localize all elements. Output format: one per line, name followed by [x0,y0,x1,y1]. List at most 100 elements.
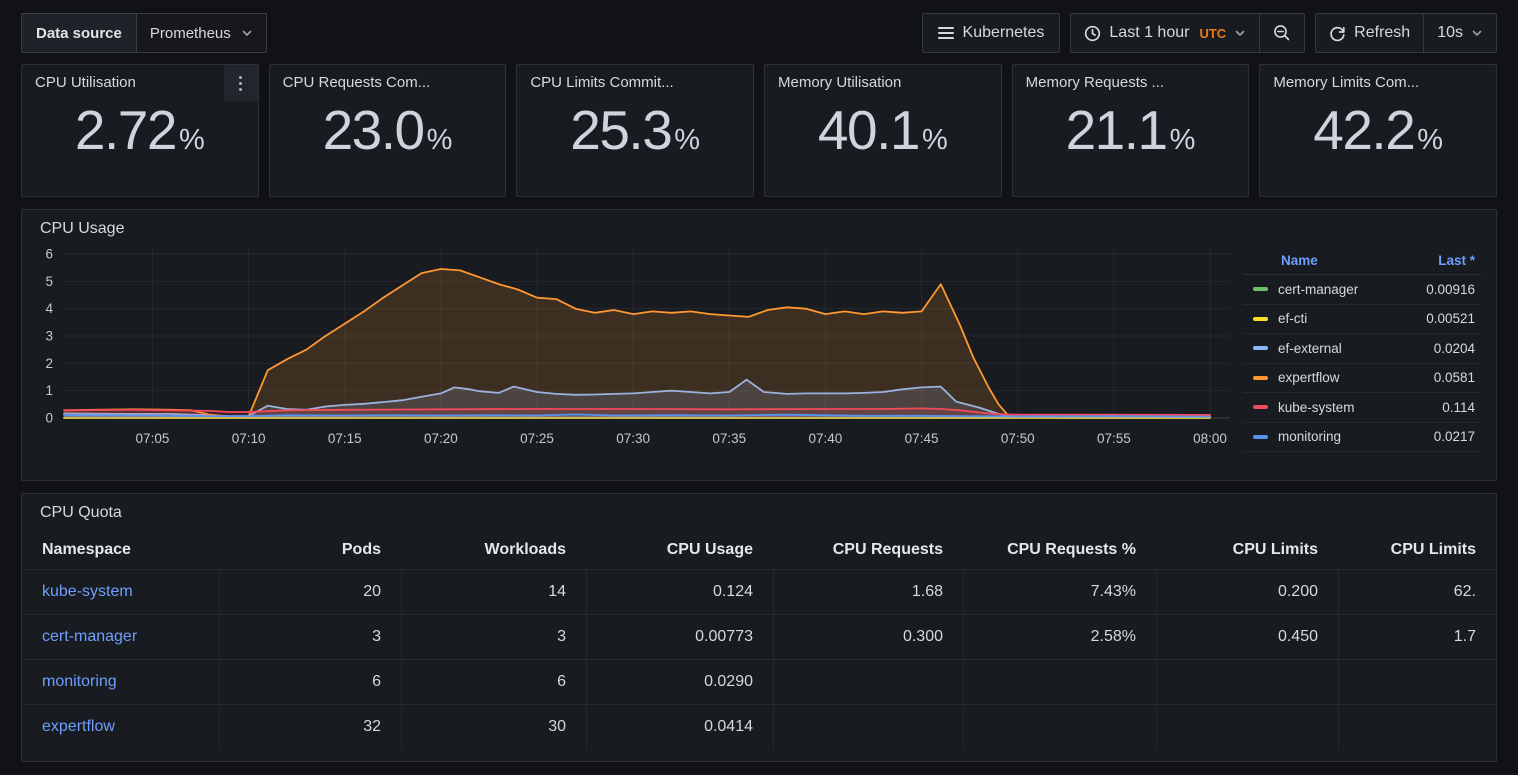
legend-item-expertflow[interactable]: expertflow 0.0581 [1243,364,1481,394]
table-cell: 62. [1338,570,1496,614]
namespace-link[interactable]: expertflow [42,718,115,736]
stat-unit: % [427,124,453,157]
namespace-link[interactable]: monitoring [42,673,117,691]
series-name: monitoring [1278,429,1434,444]
table-header-row: Namespace Pods Workloads CPU Usage CPU R… [22,531,1496,569]
table-cell: 0.200 [1156,570,1338,614]
refresh-icon [1329,25,1346,42]
refresh-interval-dropdown[interactable]: 10s [1423,14,1496,52]
kubernetes-button[interactable]: Kubernetes [922,13,1061,53]
cpu-usage-panel-title[interactable]: CPU Usage [22,210,140,242]
column-header-cpu-requests-pct[interactable]: CPU Requests % [963,531,1156,569]
series-color-swatch [1253,346,1268,350]
series-name: expertflow [1278,370,1434,385]
table-cell: 3 [219,615,401,659]
table-cell: 0.450 [1156,615,1338,659]
legend-name-header[interactable]: Name [1281,253,1318,268]
stat-panel-title[interactable]: Memory Limits Com... [1260,65,1496,91]
namespace-link[interactable]: kube-system [42,583,133,601]
stat-panels-row: CPU Utilisation 2.72 % CPU Requests Com.… [21,64,1497,197]
stat-panel-cpu-requests: CPU Requests Com... 23.0 % [269,64,507,197]
table-cell: 32 [219,705,401,749]
column-header-cpu-limits[interactable]: CPU Limits [1156,531,1338,569]
table-cell: 0.124 [586,570,773,614]
cpu-quota-panel-title[interactable]: CPU Quota [22,494,138,526]
stat-panel-title[interactable]: Memory Utilisation [765,65,1001,91]
column-header-workloads[interactable]: Workloads [401,531,586,569]
legend-item-kube-system[interactable]: kube-system 0.114 [1243,393,1481,423]
series-name: cert-manager [1278,282,1426,297]
table-cell [773,705,963,749]
cpu-usage-legend: Name Last * cert-manager 0.00916 ef-cti … [1243,242,1481,456]
table-cell [773,660,963,704]
table-cell: 20 [219,570,401,614]
stat-value: 25.3 % [517,98,753,162]
time-picker-group: Last 1 hour UTC [1070,13,1305,53]
table-cell [1338,660,1496,704]
stat-number: 2.72 [75,98,176,162]
table-cell: 14 [401,570,586,614]
stat-panel-memory-requests: Memory Requests ... 21.1 % [1012,64,1250,197]
series-name: ef-external [1278,341,1434,356]
stat-unit: % [1417,124,1443,157]
series-last-value: 0.0581 [1434,370,1475,385]
table-cell: 7.43% [963,570,1156,614]
stat-panel-title[interactable]: CPU Utilisation [22,65,258,91]
cpu-usage-plot[interactable]: 07:0507:1007:1507:2007:2507:3007:3507:40… [30,242,1237,456]
stat-panel-title[interactable]: CPU Limits Commit... [517,65,753,91]
column-header-namespace[interactable]: Namespace [22,531,219,569]
stat-value: 23.0 % [270,98,506,162]
table-row: monitoring 6 6 0.0290 [22,659,1496,704]
table-cell: 0.0414 [586,705,773,749]
series-last-value: 0.00521 [1426,311,1475,326]
stat-panel-title[interactable]: CPU Requests Com... [270,65,506,91]
panel-menu-kebab-icon[interactable] [224,65,258,101]
column-header-cpu-usage[interactable]: CPU Usage [586,531,773,569]
legend-item-monitoring[interactable]: monitoring 0.0217 [1243,423,1481,453]
table-cell: 3 [401,615,586,659]
svg-text:3: 3 [45,329,53,344]
table-cell [963,660,1156,704]
legend-last-header[interactable]: Last * [1438,253,1475,268]
refresh-group: Refresh 10s [1315,13,1497,53]
stat-panel-cpu-limits: CPU Limits Commit... 25.3 % [516,64,754,197]
column-header-cpu-requests[interactable]: CPU Requests [773,531,963,569]
svg-text:07:55: 07:55 [1097,431,1131,446]
zoom-out-button[interactable] [1259,14,1304,52]
refresh-button-label: Refresh [1354,24,1410,42]
refresh-interval-value: 10s [1437,24,1463,42]
refresh-button[interactable]: Refresh [1316,14,1423,52]
datasource-label: Data source [21,13,137,53]
table-cell [1156,660,1338,704]
svg-text:07:25: 07:25 [520,431,554,446]
stat-number: 21.1 [1066,98,1167,162]
table-row: cert-manager 3 3 0.00773 0.300 2.58% 0.4… [22,614,1496,659]
toolbar-right-controls: Kubernetes Last 1 hour UTC [922,13,1497,53]
datasource-dropdown[interactable]: Prometheus [137,13,267,53]
namespace-link[interactable]: cert-manager [42,628,137,646]
column-header-cpu-limits-pct[interactable]: CPU Limits [1338,531,1496,569]
table-cell: 1.7 [1338,615,1496,659]
table-cell [963,705,1156,749]
cpu-quota-panel: CPU Quota Namespace Pods Workloads CPU U… [21,493,1497,762]
chevron-down-icon [1471,27,1483,39]
series-last-value: 0.00916 [1426,282,1475,297]
stat-unit: % [922,124,948,157]
table-cell: 0.0290 [586,660,773,704]
series-name: kube-system [1278,400,1442,415]
svg-text:1: 1 [45,383,53,398]
table-cell: 30 [401,705,586,749]
legend-item-ef-cti[interactable]: ef-cti 0.00521 [1243,305,1481,335]
column-header-pods[interactable]: Pods [219,531,401,569]
stat-panel-title[interactable]: Memory Requests ... [1013,65,1249,91]
table-cell: 2.58% [963,615,1156,659]
legend-item-cert-manager[interactable]: cert-manager 0.00916 [1243,275,1481,305]
time-range-button[interactable]: Last 1 hour UTC [1071,14,1259,52]
table-cell: 1.68 [773,570,963,614]
series-color-swatch [1253,405,1268,409]
svg-text:6: 6 [45,247,53,262]
cpu-quota-table: Namespace Pods Workloads CPU Usage CPU R… [22,531,1496,749]
svg-text:07:30: 07:30 [616,431,650,446]
datasource-value: Prometheus [150,25,231,42]
legend-item-ef-external[interactable]: ef-external 0.0204 [1243,334,1481,364]
